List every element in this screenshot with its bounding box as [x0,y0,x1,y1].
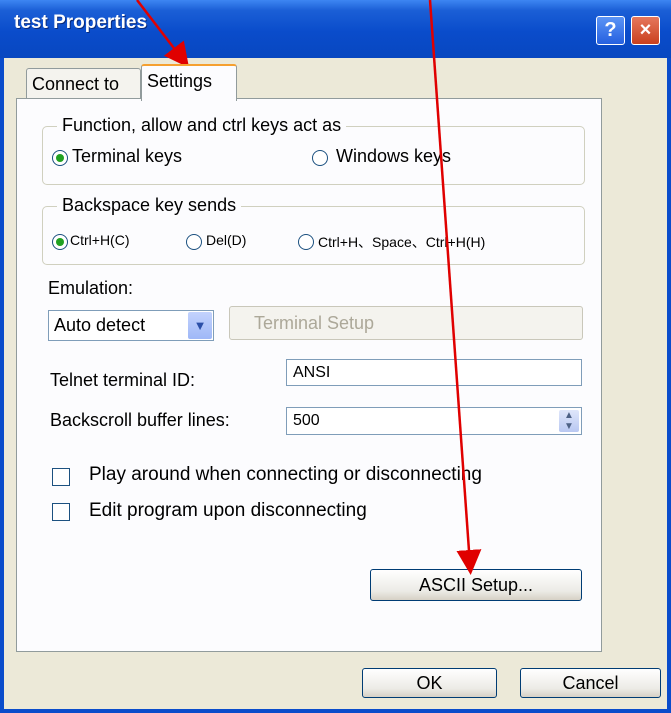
terminal-keys-radio[interactable] [52,150,68,166]
help-button[interactable]: ? [596,16,625,45]
edit-program-label[interactable]: Edit program upon disconnecting [89,500,367,522]
backspace-legend: Backspace key sends [57,195,242,216]
windows-keys-radio[interactable] [312,150,328,166]
ctrl-h-space-radio[interactable] [298,234,314,250]
close-button[interactable]: × [631,16,660,45]
terminal-setup-button[interactable]: Terminal Setup [229,306,583,340]
play-around-label[interactable]: Play around when connecting or disconnec… [89,464,482,486]
ctrl-h-label[interactable]: Ctrl+H(C) [70,232,130,248]
ctrl-h-space-label[interactable]: Ctrl+H、Space、Ctrl+H(H) [318,232,485,252]
telnet-terminal-id-field[interactable]: ANSI [286,359,582,386]
ascii-setup-button[interactable]: ASCII Setup... [370,569,582,601]
edit-program-checkbox[interactable] [52,503,70,521]
del-radio[interactable] [186,234,202,250]
del-label[interactable]: Del(D) [206,232,246,248]
function-keys-legend: Function, allow and ctrl keys act as [57,115,347,136]
windows-keys-label[interactable]: Windows keys [336,146,451,167]
backscroll-lines-field[interactable]: 500 ▲ ▼ [286,407,582,435]
emulation-select[interactable]: Auto detect ▼ [48,310,214,341]
ok-button[interactable]: OK [362,668,497,698]
cancel-button[interactable]: Cancel [520,668,661,698]
backscroll-value: 500 [293,412,320,429]
properties-dialog: test Properties ? × Connect to Settings … [0,0,671,713]
spinner-icon[interactable]: ▲ ▼ [559,410,579,432]
emulation-label: Emulation: [48,278,134,298]
title-bar[interactable]: test Properties ? × [0,0,671,58]
ctrl-h-radio[interactable] [52,234,68,250]
telnet-terminal-id-label: Telnet terminal ID: [50,370,196,390]
terminal-keys-label[interactable]: Terminal keys [72,146,182,167]
tab-connect-to[interactable]: Connect to [26,68,141,100]
emulation-value: Auto detect [54,315,146,335]
backscroll-label: Backscroll buffer lines: [50,410,230,430]
chevron-down-icon[interactable]: ▼ [188,312,212,339]
window-title: test Properties [14,12,148,33]
play-around-checkbox[interactable] [52,468,70,486]
tab-settings[interactable]: Settings [141,64,237,101]
